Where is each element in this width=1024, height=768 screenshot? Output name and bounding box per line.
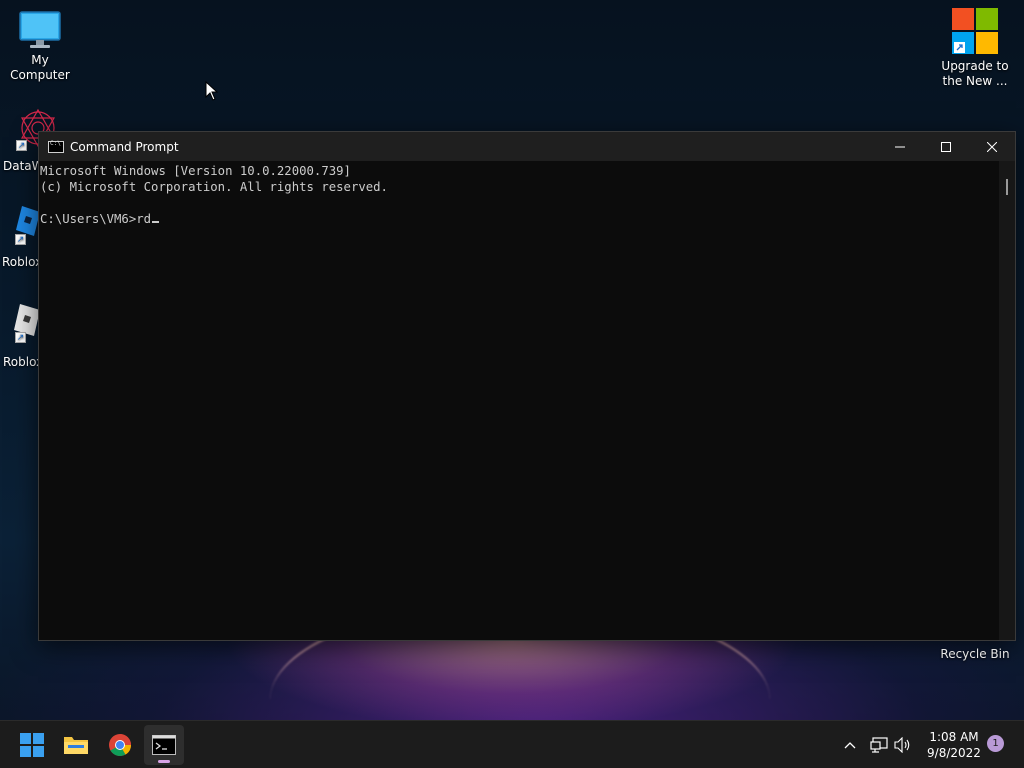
scrollbar-thumb[interactable] <box>1006 179 1008 195</box>
show-hidden-icons-button[interactable] <box>840 733 860 757</box>
volume-button[interactable] <box>892 733 914 757</box>
command-prompt-taskbar-button[interactable] <box>144 725 184 765</box>
notification-badge[interactable]: 1 <box>987 735 1004 752</box>
chrome-button[interactable] <box>100 725 140 765</box>
desktop-icon-label: Upgrade to the New ... <box>941 59 1009 88</box>
minimize-icon <box>895 146 905 147</box>
desktop-icon-label: Roblox <box>2 255 43 269</box>
close-icon <box>987 141 997 152</box>
close-button[interactable] <box>969 132 1015 161</box>
network-button[interactable] <box>868 733 890 757</box>
windows-logo-icon <box>20 733 44 757</box>
console-scrollbar[interactable] <box>999 161 1015 640</box>
mouse-pointer-icon <box>205 81 219 101</box>
console-line: Microsoft Windows [Version 10.0.22000.73… <box>40 164 351 178</box>
desktop-icon-label: My Computer <box>10 53 70 82</box>
shortcut-arrow-icon: ↗ <box>16 140 27 151</box>
desktop-icon-roblox-player[interactable]: ↗ Roblox <box>0 204 42 269</box>
console-line: (c) Microsoft Corporation. All rights re… <box>40 180 388 194</box>
minimize-button[interactable] <box>877 132 923 161</box>
start-button[interactable] <box>12 725 52 765</box>
shortcut-arrow-icon: ↗ <box>15 234 26 245</box>
console-output[interactable]: Microsoft Windows [Version 10.0.22000.73… <box>39 161 999 640</box>
chrome-icon <box>109 734 131 756</box>
chevron-up-icon <box>844 742 856 749</box>
shortcut-arrow-icon: ↗ <box>15 332 26 343</box>
microsoft-logo-icon <box>952 8 998 54</box>
desktop-icon-my-computer[interactable]: My Computer <box>0 10 80 83</box>
taskbar-clock[interactable]: 1:08 AM 9/8/2022 <box>916 729 992 761</box>
file-explorer-button[interactable] <box>56 725 96 765</box>
text-cursor <box>152 221 160 223</box>
desktop-icon-roblox[interactable]: ↗ Roblox <box>0 302 43 369</box>
recycle-bin-label[interactable]: Recycle Bin <box>930 647 1020 661</box>
window-controls <box>877 132 1015 161</box>
desktop-icon-upgrade[interactable]: Upgrade to the New ... <box>935 6 1015 89</box>
folder-icon <box>64 737 88 754</box>
console-prompt-line: C:\Users\VM6>rd <box>40 211 999 227</box>
console-prompt: C:\Users\VM6>rd <box>40 212 152 226</box>
window-titlebar[interactable]: Command Prompt <box>39 132 1015 161</box>
monitor-icon <box>19 11 61 48</box>
clock-date: 9/8/2022 <box>927 746 981 760</box>
command-prompt-window[interactable]: Command Prompt Microsoft Windows [Versio… <box>38 131 1016 641</box>
clock-time: 1:08 AM <box>929 730 979 744</box>
active-app-indicator <box>158 760 170 763</box>
maximize-button[interactable] <box>923 132 969 161</box>
terminal-icon <box>152 735 176 755</box>
window-title: Command Prompt <box>70 139 179 154</box>
maximize-icon <box>941 141 951 152</box>
volume-icon <box>894 737 910 753</box>
cmd-app-icon <box>48 140 64 153</box>
network-icon <box>870 737 888 753</box>
taskbar: 1:08 AM 9/8/2022 <box>0 720 1024 768</box>
